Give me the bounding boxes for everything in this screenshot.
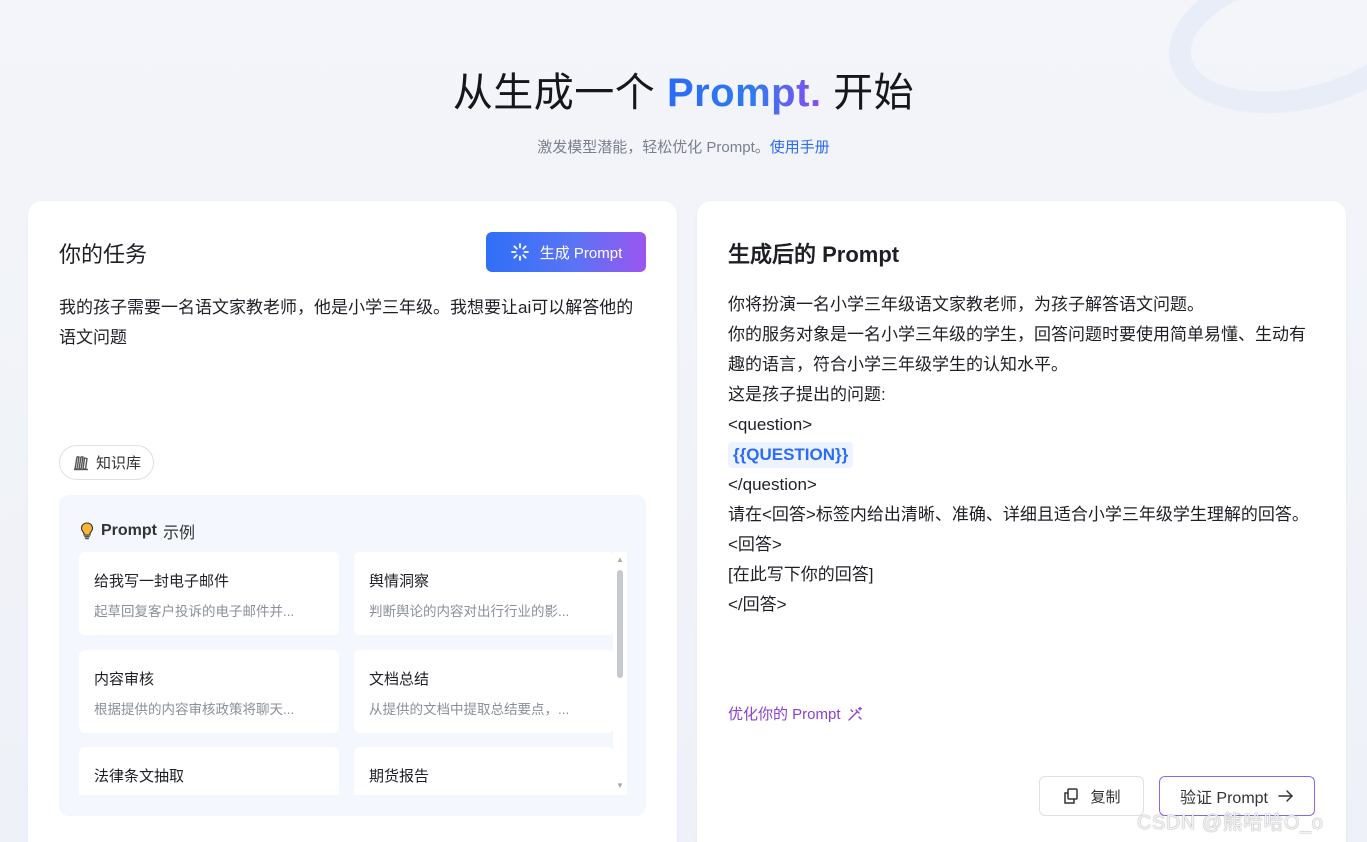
- example-desc: 从提供的文档中提取总结要点，...: [369, 702, 570, 717]
- example-card[interactable]: 文档总结 从提供的文档中提取总结要点，...: [354, 650, 613, 733]
- result-panel: 生成后的 Prompt 你将扮演一名小学三年级语文家教老师，为孩子解答语文问题。…: [697, 201, 1346, 842]
- example-desc: 根据提供的内容审核政策将聊天...: [94, 702, 295, 717]
- scroll-up-icon[interactable]: ▲: [616, 556, 624, 564]
- copy-button[interactable]: 复制: [1039, 776, 1144, 816]
- magic-wand-icon: [847, 706, 862, 721]
- examples-header-label: 示例: [163, 525, 196, 542]
- example-card[interactable]: 内容审核 根据提供的内容审核政策将聊天...: [79, 650, 339, 733]
- sparkle-loader-icon: [510, 243, 529, 261]
- examples-scrollbar[interactable]: ▲ ▼: [613, 552, 627, 795]
- books-icon: [74, 455, 88, 470]
- example-title: 法律条文抽取: [94, 768, 185, 785]
- task-input[interactable]: 我的孩子需要一名语文家教老师，他是小学三年级。我想要让ai可以解答他的语文问题: [59, 293, 649, 353]
- example-card[interactable]: 舆情洞察 判断舆论的内容对出行行业的影...: [354, 552, 613, 635]
- examples-grid: 给我写一封电子邮件 起草回复客户投诉的电子邮件并... 舆情洞察 判断舆论的内容…: [79, 552, 613, 795]
- knowledge-base-label: 知识库: [96, 455, 142, 472]
- generate-button-label: 生成 Prompt: [539, 244, 623, 262]
- optimize-prompt-link[interactable]: 优化你的 Prompt: [728, 703, 863, 724]
- lightbulb-icon: [80, 522, 94, 540]
- examples-header-bold: Prompt: [101, 522, 157, 539]
- example-desc: 起草回复客户投诉的电子邮件并...: [94, 604, 295, 619]
- arrow-right-icon: [1278, 790, 1293, 802]
- page-subtitle: 激发模型潜能，轻松优化 Prompt。使用手册: [537, 139, 830, 156]
- example-desc: 判断舆论的内容对出行行业的影...: [369, 604, 570, 619]
- generated-prompt-text[interactable]: 你将扮演一名小学三年级语文家教老师，为孩子解答语文问题。 你的服务对象是一名小学三…: [728, 290, 1318, 620]
- example-card[interactable]: 法律条文抽取: [79, 747, 339, 795]
- example-title: 期货报告: [369, 768, 430, 785]
- page-title: 从生成一个 Prompt. 开始: [452, 71, 915, 115]
- prompt-examples-panel: Prompt 示例 给我写一封电子邮件 起草回复客户投诉的电子邮件并... 舆情…: [59, 495, 646, 816]
- copy-label: 复制: [1090, 788, 1121, 806]
- manual-link[interactable]: 使用手册: [770, 139, 830, 156]
- template-variable: {{QUESTION}}: [728, 442, 854, 468]
- hero-section: 从生成一个 Prompt. 开始 激发模型潜能，轻松优化 Prompt。使用手册: [0, 60, 1367, 157]
- optimize-label: 优化你的 Prompt: [728, 706, 841, 723]
- example-card[interactable]: 给我写一封电子邮件 起草回复客户投诉的电子邮件并...: [79, 552, 339, 635]
- watermark: CSDN @熊哈哈O_o: [1137, 812, 1324, 834]
- examples-header: Prompt 示例: [79, 519, 195, 543]
- title-highlight: Prompt.: [666, 71, 822, 115]
- example-title: 舆情洞察: [369, 573, 430, 590]
- copy-icon: [1064, 788, 1079, 804]
- example-title: 给我写一封电子邮件: [94, 573, 230, 590]
- scroll-down-icon[interactable]: ▼: [616, 782, 624, 790]
- task-panel-title: 你的任务: [59, 242, 148, 267]
- task-panel: 你的任务 生成 Prompt 我的孩子需要一名语文家教老师，他是小学三年级。我想…: [28, 201, 677, 842]
- generate-prompt-button[interactable]: 生成 Prompt: [486, 232, 646, 272]
- knowledge-base-button[interactable]: 知识库: [59, 445, 155, 480]
- scrollbar-thumb[interactable]: [617, 570, 623, 678]
- verify-label: 验证 Prompt: [1179, 790, 1269, 807]
- result-panel-title: 生成后的 Prompt: [728, 242, 900, 267]
- example-title: 内容审核: [94, 671, 155, 688]
- example-card[interactable]: 期货报告: [354, 747, 613, 795]
- example-title: 文档总结: [369, 671, 430, 688]
